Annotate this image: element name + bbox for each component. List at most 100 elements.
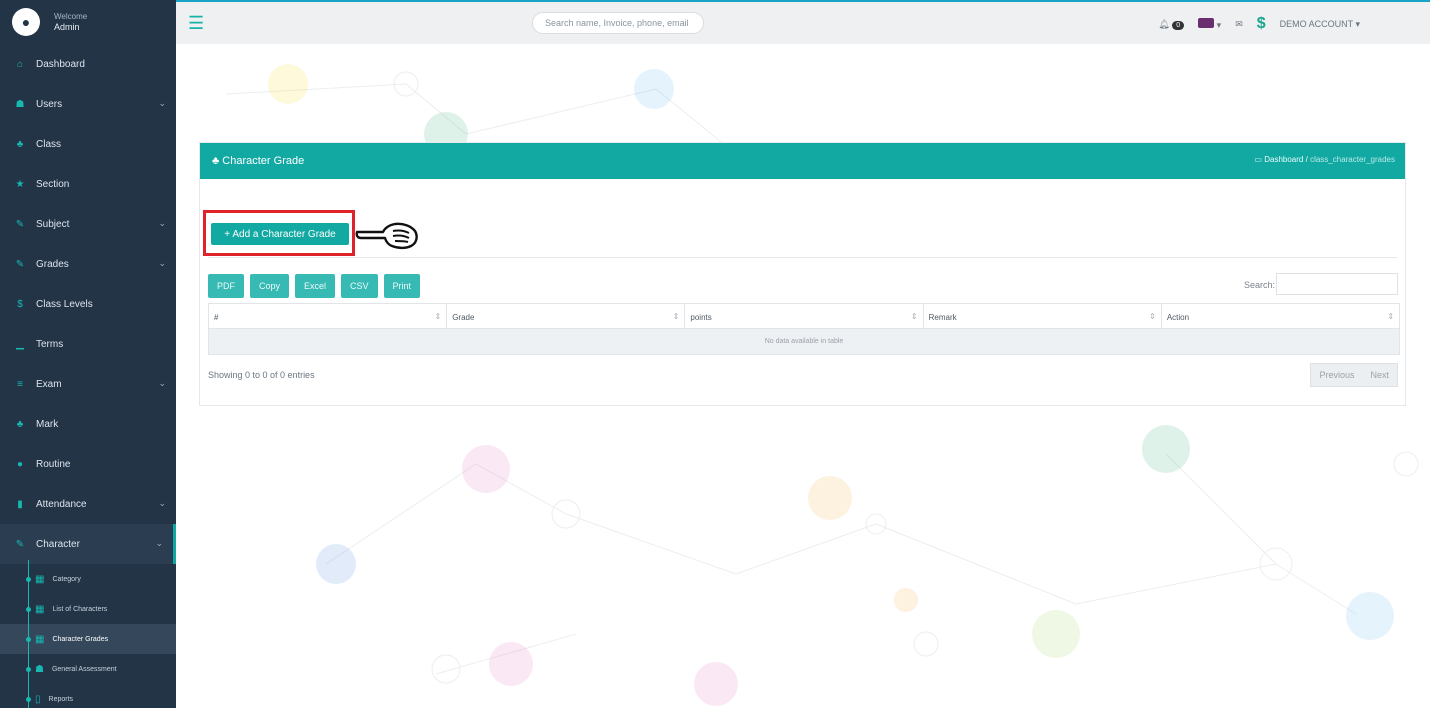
sort-icon: ⇕ [1149, 312, 1156, 321]
sitemap-icon: ♣ [212, 155, 223, 167]
sidebar-profile[interactable]: ● Welcome Admin [0, 0, 176, 44]
column-header-points[interactable]: points ⇕ [685, 304, 924, 328]
sidebar-item-label: Class Levels [36, 298, 93, 310]
sort-icon: ⇕ [672, 312, 680, 321]
edit-icon: ✎ [15, 218, 25, 230]
sidebar-item-dashboard[interactable]: ⌂ Dashboard [0, 44, 176, 84]
sidebar-item-users[interactable]: ☗ Users ⌄ [0, 84, 176, 124]
panel-header: ♣ Character Grade ▭ Dashboard / class_ch… [200, 143, 1405, 179]
page-title: Character Grade [222, 155, 305, 167]
table-info: Showing 0 to 0 of 0 entries [208, 370, 315, 380]
breadcrumb-current: class_character_grades [1310, 155, 1395, 164]
submenu-item-character-grades[interactable]: ▦ Character Grades [0, 624, 176, 654]
mail-icon[interactable]: ✉ [1235, 19, 1243, 30]
divider [208, 257, 1397, 258]
bar-chart-icon: ▁ [16, 338, 24, 350]
user-name: Admin [54, 22, 80, 32]
pagination: Previous Next [1310, 363, 1398, 387]
sort-icon: ⇕ [910, 312, 918, 321]
sidebar-item-label: Dashboard [36, 58, 85, 70]
column-header-label: # [214, 313, 219, 322]
copy-export-button[interactable]: Copy [250, 274, 290, 298]
column-header-label: Remark [928, 313, 957, 322]
add-character-grade-button[interactable]: + Add a Character Grade [211, 223, 349, 245]
sidebar-item-attendance[interactable]: ▮ Attendance ⌄ [0, 484, 176, 524]
submenu-item-general-assessment[interactable]: ☗ General Assessment [0, 654, 176, 684]
dollar-icon[interactable]: $ [1257, 15, 1266, 33]
language-selector[interactable]: ▾ [1198, 17, 1221, 31]
table-icon: ▦ [35, 603, 45, 615]
character-grade-table: # ⇕ Grade ⇕ points ⇕ Remark ⇕ Action ⇕ No data av… [208, 303, 1400, 355]
next-page-button[interactable]: Next [1362, 364, 1397, 386]
sidebar-item-label: Terms [36, 338, 64, 350]
laptop-icon: ▭ [1254, 155, 1262, 164]
file-icon: ▮ [17, 498, 23, 510]
sidebar-item-mark[interactable]: ♣ Mark [0, 404, 176, 444]
submenu-item-reports[interactable]: ▯ Reports [0, 684, 176, 708]
list-icon: ≡ [17, 378, 23, 390]
column-header-action[interactable]: Action ⇕ [1162, 304, 1399, 328]
sidebar-item-label: Users [36, 98, 63, 110]
sitemap-icon: ♣ [16, 418, 24, 430]
notifications-button[interactable]: 🔔︎ 0 [1158, 18, 1185, 30]
sidebar-item-character[interactable]: ✎ Character ⌄ [0, 524, 176, 564]
column-header-number[interactable]: # ⇕ [209, 304, 448, 328]
sidebar-nav: ⌂ Dashboard ☗ Users ⌄ ♣ Class ★ Section ✎ Subject ⌄… [0, 44, 176, 708]
global-search-input[interactable]: Search name, Invoice, phone, email [532, 12, 704, 34]
sidebar-item-grades[interactable]: ✎ Grades ⌄ [0, 244, 176, 284]
dollar-icon: $ [17, 298, 23, 310]
submenu-item-list-of-characters[interactable]: ▦ List of Characters [0, 594, 176, 624]
welcome-label: Welcome [54, 12, 88, 21]
sidebar-item-label: Attendance [36, 498, 87, 510]
hamburger-menu-icon[interactable]: ☰ [188, 14, 204, 32]
file-icon: ▯ [35, 693, 41, 705]
sidebar-item-terms[interactable]: ▁ Terms [0, 324, 176, 364]
csv-export-button[interactable]: CSV [341, 274, 378, 298]
sidebar-item-section[interactable]: ★ Section [0, 164, 176, 204]
submenu-item-label: List of Characters [52, 605, 108, 613]
circle-icon: ● [16, 458, 24, 470]
table-header: # ⇕ Grade ⇕ points ⇕ Remark ⇕ Action ⇕ [208, 303, 1400, 329]
breadcrumb: ▭ Dashboard / class_character_grades [1254, 155, 1395, 164]
sidebar-item-class[interactable]: ♣ Class [0, 124, 176, 164]
chevron-down-icon: ⌄ [158, 98, 166, 108]
submenu-item-category[interactable]: ▦ Category [0, 564, 176, 594]
sidebar: ● Welcome Admin ⌂ Dashboard ☗ Users ⌄ ♣ Class ★… [0, 0, 176, 708]
sidebar-item-label: Class [36, 138, 62, 150]
chevron-down-icon: ⌄ [158, 218, 166, 228]
account-menu[interactable]: DEMO ACCOUNT ▾ [1280, 19, 1360, 30]
sidebar-item-subject[interactable]: ✎ Subject ⌄ [0, 204, 176, 244]
submenu-item-label: Category [52, 575, 81, 583]
chevron-down-icon: ⌄ [155, 538, 163, 548]
sidebar-item-label: Character [36, 538, 80, 550]
bell-icon: 🔔︎ [1158, 18, 1170, 29]
sidebar-item-label: Mark [36, 418, 59, 430]
highlight-box: + Add a Character Grade [203, 210, 355, 256]
star-icon: ★ [15, 178, 25, 190]
table-icon: ▦ [35, 573, 45, 585]
excel-export-button[interactable]: Excel [295, 274, 336, 298]
avatar: ● [12, 8, 40, 36]
sidebar-item-routine[interactable]: ● Routine [0, 444, 176, 484]
chevron-down-icon: ⌄ [158, 378, 166, 388]
table-search-input[interactable] [1276, 273, 1398, 295]
print-export-button[interactable]: Print [383, 274, 421, 298]
sidebar-item-class-levels[interactable]: $ Class Levels [0, 284, 176, 324]
column-header-label: Grade [452, 313, 475, 322]
sort-icon: ⇕ [1387, 312, 1395, 321]
edit-icon: ✎ [15, 258, 25, 270]
column-header-grade[interactable]: Grade ⇕ [447, 304, 686, 328]
breadcrumb-separator: / [1305, 155, 1308, 164]
previous-page-button[interactable]: Previous [1311, 364, 1362, 386]
sidebar-item-label: Grades [36, 258, 69, 270]
submenu-item-label: Character Grades [52, 635, 109, 643]
export-buttons: PDF Copy Excel CSV Print [208, 274, 421, 298]
column-header-remark[interactable]: Remark ⇕ [924, 304, 1162, 328]
breadcrumb-dashboard-link[interactable]: Dashboard [1264, 155, 1303, 164]
chevron-down-icon: ⌄ [158, 258, 166, 268]
sidebar-item-exam[interactable]: ≡ Exam ⌄ [0, 364, 176, 404]
column-header-label: points [690, 313, 712, 322]
pdf-export-button[interactable]: PDF [208, 274, 244, 298]
sidebar-item-label: Exam [36, 378, 62, 390]
table-icon: ▦ [35, 633, 45, 645]
